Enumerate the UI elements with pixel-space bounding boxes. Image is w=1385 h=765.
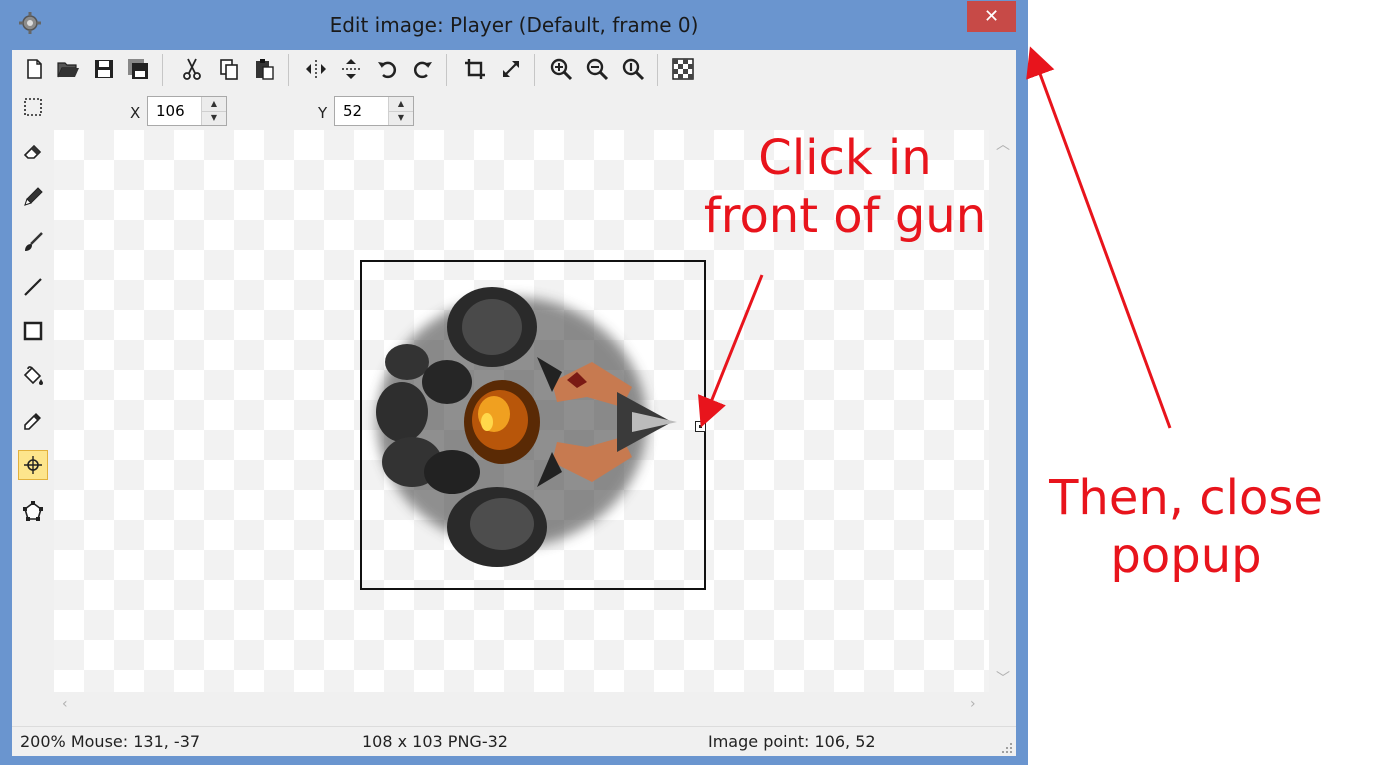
x-spin-buttons[interactable]: ▲ ▼ xyxy=(201,97,226,125)
image-point-status: Image point: 106, 52 xyxy=(708,732,876,751)
save-all-icon[interactable] xyxy=(124,55,152,83)
arrow-to-close xyxy=(1026,46,1172,429)
annotation-line: Then, close xyxy=(1049,470,1323,526)
zoom-actual-icon[interactable] xyxy=(619,55,647,83)
brush-icon[interactable] xyxy=(18,227,48,257)
flip-vertical-icon[interactable] xyxy=(337,55,365,83)
annotation-line: popup xyxy=(1110,527,1262,584)
x-value[interactable]: 106 xyxy=(156,102,185,120)
player-sprite xyxy=(376,287,677,567)
zoom-mouse-status: 200% Mouse: 131, -37 xyxy=(20,732,201,751)
rotate-right-icon[interactable] xyxy=(409,55,437,83)
zoom-in-icon[interactable] xyxy=(547,55,575,83)
crop-icon[interactable] xyxy=(461,55,489,83)
toolbar-separator xyxy=(162,54,163,86)
eraser-icon[interactable] xyxy=(18,136,48,166)
image-point-marker[interactable] xyxy=(695,421,706,432)
resize-icon[interactable] xyxy=(497,55,525,83)
rotate-left-icon[interactable] xyxy=(373,55,401,83)
x-spinbox[interactable]: 106 ▲ ▼ xyxy=(147,96,227,126)
title-bar[interactable]: Edit image: Player (Default, frame 0) ✕ xyxy=(0,0,1028,50)
pencil-icon[interactable] xyxy=(18,182,48,212)
open-folder-icon[interactable] xyxy=(54,55,82,83)
annotation-close-popup: Then, close popup xyxy=(1030,470,1342,585)
image-point-icon[interactable] xyxy=(18,450,48,480)
transparency-icon[interactable] xyxy=(669,55,697,83)
rectangle-icon[interactable] xyxy=(18,316,48,346)
chevron-up-icon[interactable]: ▲ xyxy=(202,97,226,112)
close-button[interactable]: ✕ xyxy=(967,1,1016,32)
x-label: X xyxy=(130,104,141,122)
new-file-icon[interactable] xyxy=(20,55,48,83)
window-title: Edit image: Player (Default, frame 0) xyxy=(329,13,699,37)
toolbar-separator xyxy=(534,54,535,86)
resize-grip-icon[interactable] xyxy=(1000,741,1014,755)
size-format-status: 108 x 103 PNG-32 xyxy=(362,732,508,751)
fill-bucket-icon[interactable] xyxy=(18,361,48,391)
horizontal-scrollbar[interactable]: ‹ › xyxy=(54,692,989,719)
image-bounds xyxy=(360,260,706,590)
tool-palette xyxy=(12,90,54,750)
toolbar-separator xyxy=(288,54,289,86)
y-value[interactable]: 52 xyxy=(343,102,362,120)
chevron-right-icon[interactable]: › xyxy=(970,696,976,712)
editor-window: Edit image: Player (Default, frame 0) ✕ xyxy=(0,0,1028,765)
cut-icon[interactable] xyxy=(178,55,206,83)
flip-horizontal-icon[interactable] xyxy=(302,55,330,83)
chevron-down-icon[interactable]: ▼ xyxy=(389,111,413,125)
chevron-up-icon[interactable]: ▲ xyxy=(389,97,413,112)
y-spin-buttons[interactable]: ▲ ▼ xyxy=(388,97,413,125)
copy-icon[interactable] xyxy=(215,55,243,83)
annotation-line: front of gun xyxy=(703,187,987,244)
zoom-out-icon[interactable] xyxy=(583,55,611,83)
line-icon[interactable] xyxy=(18,272,48,302)
select-rectangle-icon[interactable] xyxy=(18,92,48,122)
annotation-click-gun: Click in front of gun xyxy=(680,130,1010,245)
paste-icon[interactable] xyxy=(250,55,278,83)
chevron-down-icon[interactable]: ▼ xyxy=(202,111,226,125)
chevron-down-icon[interactable]: ﹀ xyxy=(996,668,1010,688)
y-label: Y xyxy=(318,104,328,122)
eyedropper-icon[interactable] xyxy=(18,406,48,436)
toolbar-separator xyxy=(657,54,658,86)
status-bar: 200% Mouse: 131, -37 108 x 103 PNG-32 Im… xyxy=(12,726,1016,757)
toolbar xyxy=(12,50,1016,90)
chevron-left-icon[interactable]: ‹ xyxy=(62,696,68,712)
annotation-line: Click in xyxy=(758,130,932,186)
y-spinbox[interactable]: 52 ▲ ▼ xyxy=(334,96,414,126)
save-icon[interactable] xyxy=(90,55,118,83)
toolbar-separator xyxy=(446,54,447,86)
polygon-icon[interactable] xyxy=(18,496,48,526)
